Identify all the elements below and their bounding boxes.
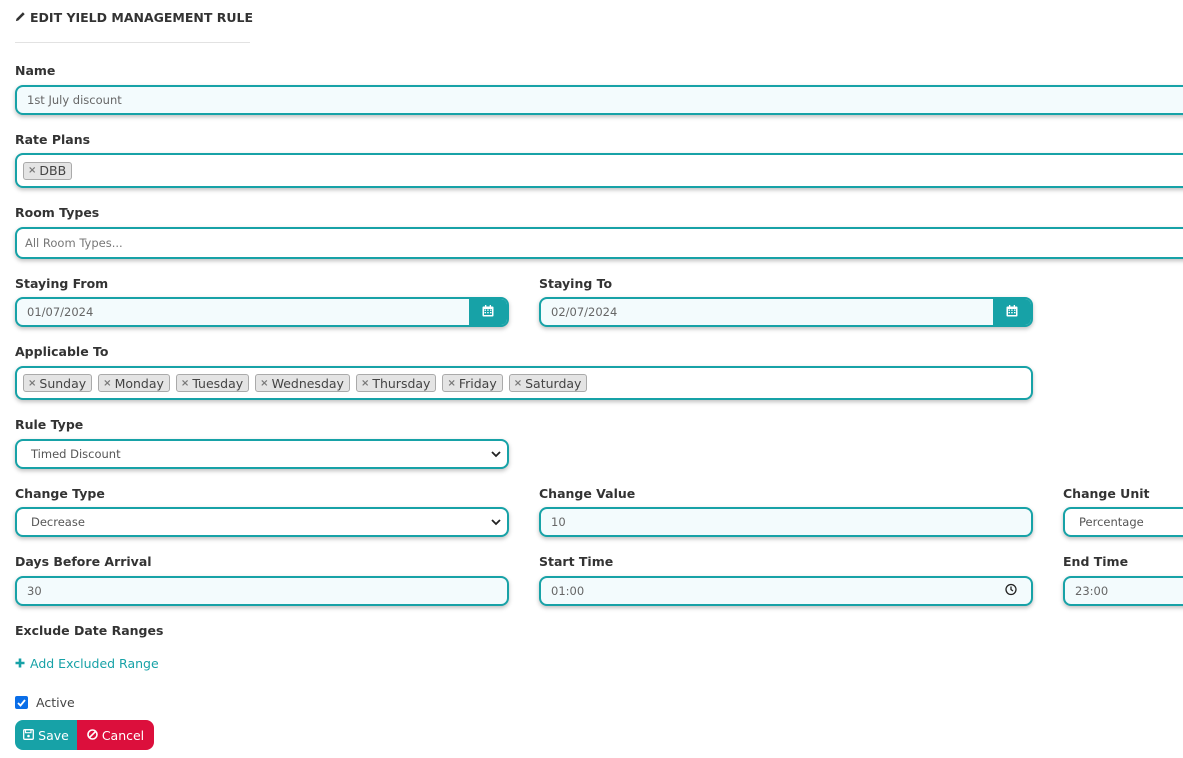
calendar-icon — [1006, 304, 1018, 320]
change-unit-value: Percentage — [1079, 515, 1144, 529]
plus-icon — [15, 656, 25, 671]
name-input[interactable]: 1st July discount — [15, 85, 1183, 115]
remove-tag-icon[interactable]: × — [28, 378, 36, 389]
change-unit-label: Change Unit — [1063, 486, 1150, 501]
applicable-to-label: Applicable To — [15, 344, 109, 359]
change-value-label: Change Value — [539, 486, 636, 501]
change-type-label: Change Type — [15, 486, 105, 501]
remove-tag-icon[interactable]: × — [514, 378, 522, 389]
add-excluded-range-label: Add Excluded Range — [30, 656, 159, 671]
save-button[interactable]: Save — [15, 720, 77, 750]
staying-from-input[interactable]: 01/07/2024 — [15, 297, 509, 327]
staying-from-value: 01/07/2024 — [27, 305, 94, 319]
rule-type-select[interactable]: Timed Discount — [15, 439, 509, 469]
rate-plans-select[interactable]: × DBB — [15, 153, 1183, 188]
active-checkbox[interactable] — [15, 696, 28, 709]
day-tag-wednesday: × Wednesday — [255, 374, 350, 392]
page-title: EDIT YIELD MANAGEMENT RULE — [15, 10, 253, 25]
days-before-arrival-value: 30 — [27, 584, 42, 598]
room-types-select[interactable]: All Room Types... — [15, 227, 1183, 259]
rate-plans-label: Rate Plans — [15, 132, 91, 147]
exclude-date-ranges-label: Exclude Date Ranges — [15, 623, 164, 638]
title-divider — [15, 42, 250, 43]
remove-tag-icon[interactable]: × — [361, 378, 369, 389]
name-label: Name — [15, 63, 56, 78]
end-time-label: End Time — [1063, 554, 1129, 569]
ban-icon — [87, 728, 98, 743]
change-value-value: 10 — [551, 515, 566, 529]
applicable-to-select[interactable]: × Sunday × Monday × Tuesday × Wednesday × Thu… — [15, 366, 1033, 400]
day-tag-sunday: × Sunday — [23, 374, 93, 392]
remove-tag-icon[interactable]: × — [28, 165, 36, 176]
day-tag-friday: × Friday — [442, 374, 503, 392]
rule-type-value: Timed Discount — [31, 447, 121, 461]
room-types-placeholder: All Room Types... — [25, 236, 123, 250]
cancel-label: Cancel — [101, 727, 145, 743]
remove-tag-icon[interactable]: × — [181, 378, 189, 389]
day-tag-thursday: × Thursday — [355, 374, 437, 392]
staying-from-calendar-button[interactable] — [469, 299, 507, 325]
room-types-label: Room Types — [15, 205, 100, 220]
change-value-input[interactable]: 10 — [539, 507, 1033, 537]
cancel-button[interactable]: Cancel — [77, 720, 154, 750]
active-label: Active — [36, 695, 75, 710]
tag-label: DBB — [39, 163, 67, 178]
save-label: Save — [38, 727, 69, 743]
start-time-value: 01:00 — [551, 584, 585, 598]
save-icon — [23, 728, 35, 743]
staying-to-input[interactable]: 02/07/2024 — [539, 297, 1033, 327]
end-time-input[interactable]: 23:00 — [1063, 576, 1183, 606]
start-time-input[interactable]: 01:00 — [539, 576, 1033, 606]
change-type-value: Decrease — [31, 515, 85, 529]
staying-to-value: 02/07/2024 — [551, 305, 618, 319]
change-unit-select[interactable]: Percentage — [1063, 507, 1183, 537]
remove-tag-icon[interactable]: × — [103, 378, 111, 389]
chevron-down-icon — [491, 447, 501, 461]
pencil-icon — [15, 10, 26, 25]
remove-tag-icon[interactable]: × — [447, 378, 455, 389]
name-value: 1st July discount — [27, 93, 122, 107]
day-tag-monday: × Monday — [98, 374, 170, 392]
staying-to-calendar-button[interactable] — [993, 299, 1031, 325]
days-before-arrival-label: Days Before Arrival — [15, 554, 152, 569]
add-excluded-range-link[interactable]: Add Excluded Range — [15, 656, 159, 671]
change-type-select[interactable]: Decrease — [15, 507, 509, 537]
active-row: Active — [15, 695, 75, 710]
staying-to-label: Staying To — [539, 276, 613, 291]
rule-type-label: Rule Type — [15, 417, 84, 432]
rate-plan-tag: × DBB — [23, 161, 73, 180]
day-tag-saturday: × Saturday — [508, 374, 588, 392]
calendar-icon — [482, 304, 494, 320]
end-time-value: 23:00 — [1075, 584, 1109, 598]
chevron-down-icon — [491, 515, 501, 529]
check-icon — [17, 698, 26, 707]
day-tag-tuesday: × Tuesday — [175, 374, 250, 392]
clock-icon[interactable] — [1005, 583, 1017, 599]
remove-tag-icon[interactable]: × — [260, 378, 268, 389]
page-title-text: EDIT YIELD MANAGEMENT RULE — [30, 10, 254, 25]
start-time-label: Start Time — [539, 554, 614, 569]
days-before-arrival-input[interactable]: 30 — [15, 576, 509, 606]
staying-from-label: Staying From — [15, 276, 109, 291]
